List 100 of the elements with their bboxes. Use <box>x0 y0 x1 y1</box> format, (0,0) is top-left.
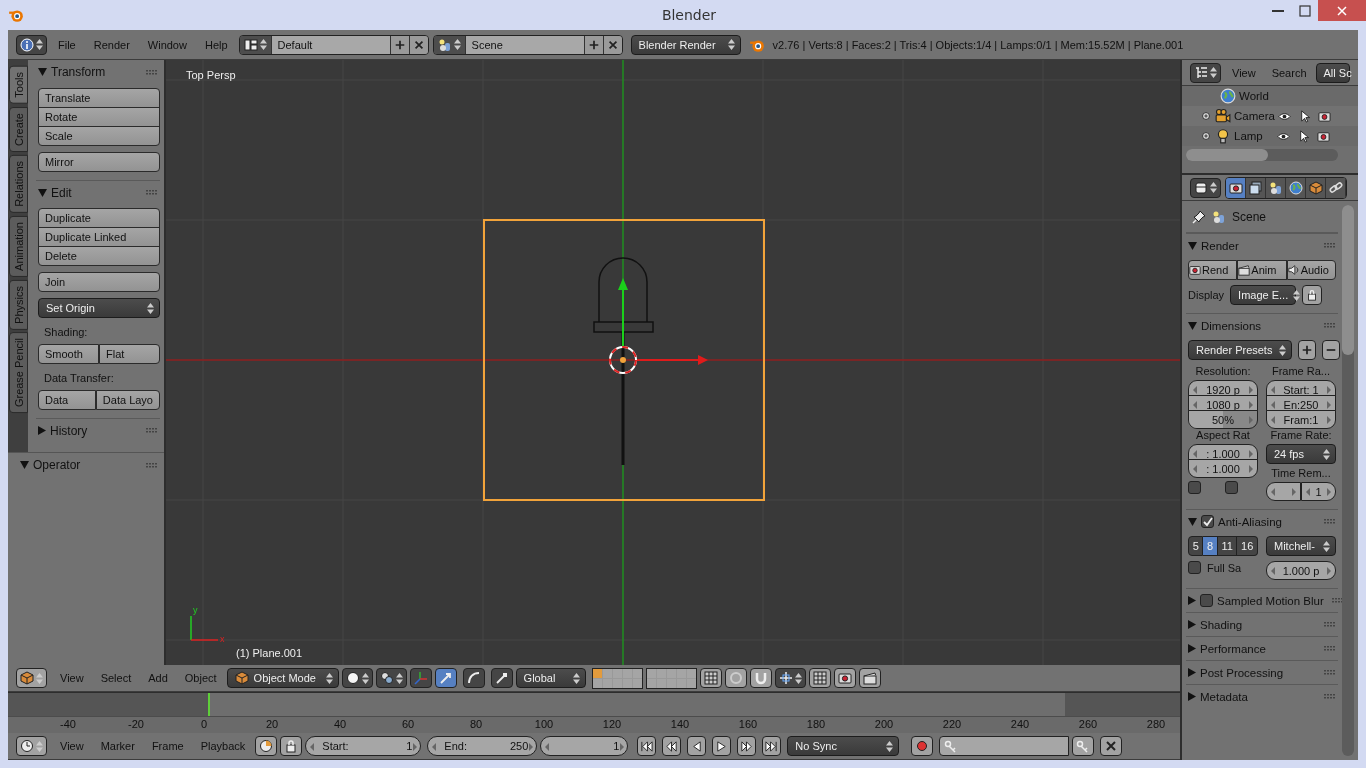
editor-type-button[interactable] <box>1190 62 1221 83</box>
menu-item[interactable]: View <box>53 672 91 684</box>
lock-button[interactable] <box>1302 285 1323 305</box>
percentage-slider[interactable]: 50% <box>1188 410 1258 429</box>
frame-rate-dropdown[interactable]: 24 fps <box>1266 444 1336 464</box>
tool-button[interactable]: Mirror <box>38 152 160 172</box>
tool-button[interactable]: Duplicate Linked <box>38 227 160 247</box>
number-field[interactable]: 1 <box>1301 482 1336 501</box>
mode-dropdown[interactable]: Object Mode <box>226 668 339 688</box>
3d-viewport[interactable]: Top Persp y x (1) Plane.001 <box>166 60 1180 665</box>
toolbar-button[interactable] <box>724 668 747 688</box>
tool-button[interactable]: Scale <box>38 126 160 146</box>
manipulator-toggle[interactable] <box>409 668 432 688</box>
sample-count-button[interactable]: 11 <box>1217 536 1238 556</box>
render-action-button[interactable]: Rend <box>1188 260 1238 280</box>
display-dropdown[interactable]: Image E... <box>1230 285 1297 305</box>
properties-tab[interactable] <box>1306 177 1326 198</box>
render-engine-dropdown[interactable]: Blender Render <box>630 34 741 55</box>
manipulator-button[interactable] <box>490 668 513 688</box>
end-frame-field[interactable]: End: 250 <box>427 736 538 756</box>
menu-item[interactable]: Window <box>140 38 194 51</box>
tool-button[interactable]: Translate <box>38 88 160 108</box>
menu-item[interactable]: Search <box>1264 66 1314 79</box>
menu-item[interactable]: File <box>51 38 83 51</box>
menu-item[interactable]: Select <box>93 672 139 684</box>
number-field[interactable]: 1.000 p <box>1266 561 1336 580</box>
insert-key-button[interactable] <box>1072 736 1095 756</box>
menu-item[interactable]: Object <box>177 672 224 684</box>
panel-header[interactable]: Shading <box>1186 612 1338 636</box>
toolbar-button[interactable] <box>833 668 856 688</box>
checkbox[interactable] <box>1225 481 1238 494</box>
sync-dropdown[interactable]: No Sync <box>787 736 900 756</box>
menu-item[interactable]: View <box>53 740 91 752</box>
menu-item[interactable]: View <box>1225 66 1263 79</box>
tool-button[interactable]: Data Layo <box>95 390 160 410</box>
menu-item[interactable]: Playback <box>193 740 253 752</box>
panel-header[interactable]: Render <box>1186 233 1338 257</box>
panel-header[interactable]: Operator <box>18 453 160 477</box>
shelf-tab[interactable]: Tools <box>9 66 28 104</box>
properties-tab[interactable] <box>1266 177 1286 198</box>
checkbox[interactable] <box>1201 515 1214 528</box>
editor-type-button[interactable] <box>16 668 47 688</box>
render-action-button[interactable]: Anim <box>1237 260 1287 280</box>
toolbar-button[interactable] <box>280 736 303 756</box>
manipulator-button[interactable] <box>434 668 457 688</box>
sample-count-button[interactable]: 16 <box>1237 536 1258 556</box>
toolbar-button[interactable] <box>858 668 881 688</box>
menu-item[interactable]: Add <box>141 672 175 684</box>
playback-button[interactable] <box>762 736 782 756</box>
editor-type-button[interactable] <box>16 34 47 55</box>
panel-header[interactable]: Transform <box>36 60 160 84</box>
playback-button[interactable] <box>662 736 682 756</box>
toolbar-button[interactable] <box>749 668 772 688</box>
orientation-dropdown[interactable]: Global <box>515 668 586 688</box>
number-field[interactable] <box>1266 482 1301 501</box>
manipulator-button[interactable] <box>462 668 485 688</box>
render-action-button[interactable]: Audio <box>1286 260 1336 280</box>
sample-count-button[interactable]: 8 <box>1203 536 1218 556</box>
outliner-item[interactable]: World <box>1182 86 1358 106</box>
scrollbar[interactable] <box>1186 149 1338 161</box>
tool-button[interactable]: Delete <box>38 246 160 266</box>
panel-header[interactable]: Sampled Motion Blur <box>1186 588 1338 612</box>
timeline-area[interactable]: -40 -20 0 20 40 60 80 100 120 140 160 180 200 220 240 260 280 <box>8 692 1180 733</box>
shading-dropdown[interactable] <box>341 668 373 688</box>
playback-button[interactable] <box>737 736 757 756</box>
checkbox[interactable] <box>1188 481 1201 494</box>
menu-item[interactable]: Help <box>197 38 235 51</box>
properties-tab[interactable] <box>1286 177 1306 198</box>
tool-button[interactable]: Smooth <box>38 344 99 364</box>
screen-layout-selector[interactable]: Default <box>238 34 429 55</box>
tool-button[interactable]: Flat <box>99 344 160 364</box>
scene-selector[interactable]: Scene <box>432 34 623 55</box>
display-mode-dropdown[interactable]: All Sc <box>1315 62 1350 83</box>
checkbox[interactable] <box>1200 594 1213 607</box>
properties-tab[interactable] <box>1246 177 1266 198</box>
tool-button[interactable]: Rotate <box>38 107 160 127</box>
panel-header[interactable]: Anti-Aliasing <box>1186 509 1338 533</box>
checkbox[interactable] <box>1188 561 1201 574</box>
properties-tab[interactable] <box>1226 177 1246 198</box>
playback-button[interactable] <box>637 736 657 756</box>
keying-set-field[interactable] <box>939 736 1070 756</box>
editor-type-button[interactable] <box>16 736 47 756</box>
panel-header[interactable]: History <box>36 418 160 442</box>
panel-header[interactable]: Post Processing <box>1186 660 1338 684</box>
outliner-item[interactable]: Lamp <box>1182 126 1358 146</box>
layer-grid[interactable] <box>645 667 697 689</box>
editor-type-button[interactable] <box>1190 177 1221 198</box>
properties-tab[interactable] <box>1326 177 1346 198</box>
tool-button[interactable]: Join <box>38 272 160 292</box>
number-field[interactable]: : 1.000 <box>1188 459 1258 478</box>
tool-button[interactable]: Data <box>38 390 96 410</box>
current-frame-field[interactable]: 1 <box>540 736 629 756</box>
toolbar-button[interactable] <box>699 668 722 688</box>
toolbar-button[interactable] <box>255 736 278 756</box>
panel-header[interactable]: Dimensions <box>1186 313 1338 337</box>
pivot-dropdown[interactable] <box>375 668 407 688</box>
delete-key-button[interactable] <box>1100 736 1123 756</box>
menu-item[interactable]: Frame <box>144 740 191 752</box>
panel-header[interactable]: Metadata <box>1186 684 1338 708</box>
sample-count-button[interactable]: 5 <box>1188 536 1204 556</box>
